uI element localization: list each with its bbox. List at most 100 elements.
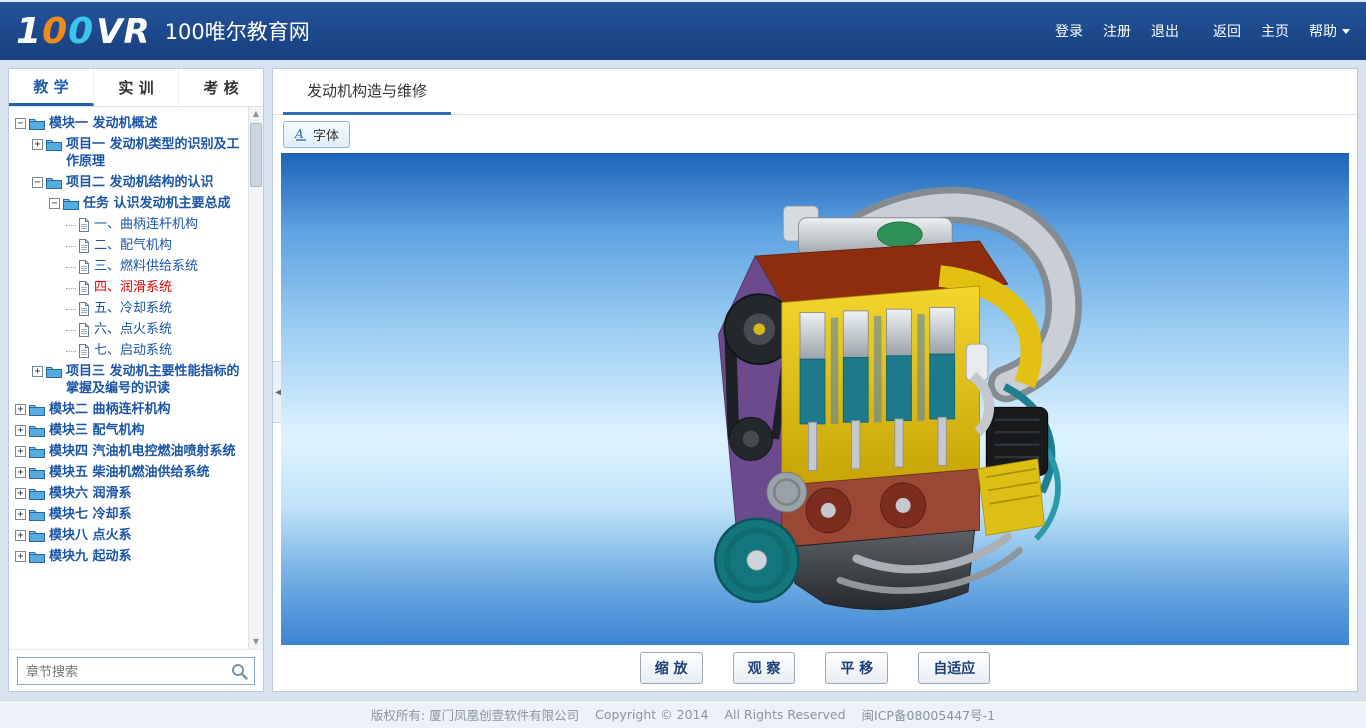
engine-model-image bbox=[507, 158, 1122, 640]
logo-part: VR bbox=[96, 12, 151, 52]
tree-connector bbox=[66, 246, 76, 247]
help-link[interactable]: 帮助 bbox=[1309, 21, 1350, 41]
folder-icon bbox=[29, 487, 45, 500]
tree-item-label[interactable]: 五、冷却系统 bbox=[94, 300, 243, 317]
tree-item-label[interactable]: 七、启动系统 bbox=[94, 342, 243, 359]
folder-icon bbox=[46, 176, 62, 189]
plus-toggle[interactable]: + bbox=[15, 530, 26, 541]
font-button[interactable]: A 字体 bbox=[283, 121, 350, 148]
fit-button[interactable]: 自适应 bbox=[918, 652, 990, 684]
tree-item-label[interactable]: 模块六 润滑系 bbox=[49, 485, 243, 502]
logo-part: 0 bbox=[68, 11, 94, 52]
doc-icon bbox=[78, 260, 90, 274]
tree-item-label[interactable]: 模块四 汽油机电控燃油喷射系统 bbox=[49, 443, 243, 460]
plus-toggle[interactable]: + bbox=[15, 446, 26, 457]
minus-toggle[interactable]: − bbox=[32, 177, 43, 188]
main-panel: ◀ 发动机构造与维修 A 字体 bbox=[272, 68, 1358, 692]
back-link[interactable]: 返回 bbox=[1213, 21, 1241, 41]
minus-toggle[interactable]: − bbox=[15, 118, 26, 129]
tree-item[interactable]: + 模块六 润滑系 bbox=[13, 483, 243, 504]
scrollbar-thumb[interactable] bbox=[250, 123, 262, 187]
scrollbar-up-button[interactable]: ▲ bbox=[249, 107, 263, 121]
tree-item[interactable]: + 模块九 起动系 bbox=[13, 546, 243, 567]
tree-item[interactable]: + 模块二 曲柄连杆机构 bbox=[13, 399, 243, 420]
pan-button[interactable]: 平 移 bbox=[825, 652, 888, 684]
doc-icon bbox=[78, 239, 90, 253]
tree-item[interactable]: − 模块一 发动机概述 bbox=[13, 113, 243, 134]
tree-item-label[interactable]: 模块五 柴油机燃油供给系统 bbox=[49, 464, 243, 481]
tree-item-label[interactable]: 项目一 发动机类型的识别及工作原理 bbox=[66, 136, 243, 170]
plus-toggle[interactable]: + bbox=[15, 488, 26, 499]
chapter-search-input[interactable] bbox=[17, 657, 255, 685]
tree-item[interactable]: + 项目三 发动机主要性能指标的掌握及编号的识读 bbox=[13, 361, 243, 399]
tree-item[interactable]: + 模块七 冷却系 bbox=[13, 504, 243, 525]
font-button-label: 字体 bbox=[313, 125, 339, 144]
tree-item-label[interactable]: 项目二 发动机结构的认识 bbox=[66, 174, 243, 191]
observe-button[interactable]: 观 察 bbox=[733, 652, 796, 684]
tree-item[interactable]: + 项目一 发动机类型的识别及工作原理 bbox=[13, 134, 243, 172]
doc-icon bbox=[78, 281, 90, 295]
tab-assess[interactable]: 考 核 bbox=[179, 69, 263, 106]
folder-icon bbox=[29, 529, 45, 542]
register-link[interactable]: 注册 bbox=[1103, 21, 1131, 41]
course-sidebar: 教 学 实 训 考 核 − 模块一 发动机概述 + 项目一 发动机类型的识别及工作原理… bbox=[8, 68, 264, 692]
doc-icon bbox=[78, 218, 90, 232]
tree-item-label[interactable]: 任务 认识发动机主要总成 bbox=[83, 195, 243, 212]
tree-item[interactable]: 一、曲柄连杆机构 bbox=[13, 214, 243, 235]
tree-scrollbar[interactable]: ▲ ▼ bbox=[248, 107, 263, 649]
plus-toggle[interactable]: + bbox=[15, 551, 26, 562]
tree-item-label[interactable]: 模块八 点火系 bbox=[49, 527, 243, 544]
tree-connector bbox=[66, 309, 76, 310]
tab-teaching[interactable]: 教 学 bbox=[9, 69, 94, 106]
tree-item-label[interactable]: 六、点火系统 bbox=[94, 321, 243, 338]
course-title-tab[interactable]: 发动机构造与维修 bbox=[283, 69, 451, 115]
tree-item[interactable]: 三、燃料供给系统 bbox=[13, 256, 243, 277]
tree-item-label[interactable]: 模块七 冷却系 bbox=[49, 506, 243, 523]
folder-icon bbox=[29, 508, 45, 521]
tree-item-label[interactable]: 模块一 发动机概述 bbox=[49, 115, 243, 132]
plus-toggle[interactable]: + bbox=[15, 404, 26, 415]
engine-3d-viewport[interactable] bbox=[281, 153, 1349, 645]
tree-item[interactable]: 七、启动系统 bbox=[13, 340, 243, 361]
scrollbar-down-button[interactable]: ▼ bbox=[249, 635, 263, 649]
tree-item[interactable]: + 模块三 配气机构 bbox=[13, 420, 243, 441]
plus-toggle[interactable]: + bbox=[32, 139, 43, 150]
folder-icon bbox=[29, 424, 45, 437]
plus-toggle[interactable]: + bbox=[32, 366, 43, 377]
tree-item-label[interactable]: 模块三 配气机构 bbox=[49, 422, 243, 439]
tree-item[interactable]: 五、冷却系统 bbox=[13, 298, 243, 319]
course-tree: −模块一 发动机概述+项目一 发动机类型的识别及工作原理−项目二 发动机结构的认… bbox=[13, 113, 243, 567]
minus-toggle[interactable]: − bbox=[49, 198, 60, 209]
tree-item-label[interactable]: 模块二 曲柄连杆机构 bbox=[49, 401, 243, 418]
tree-item-label[interactable]: 项目三 发动机主要性能指标的掌握及编号的识读 bbox=[66, 363, 243, 397]
tree-item[interactable]: + 模块四 汽油机电控燃油喷射系统 bbox=[13, 441, 243, 462]
tree-item[interactable]: + 模块五 柴油机燃油供给系统 bbox=[13, 462, 243, 483]
tree-item[interactable]: − 任务 认识发动机主要总成 bbox=[13, 193, 243, 214]
folder-icon bbox=[29, 466, 45, 479]
login-link[interactable]: 登录 bbox=[1055, 21, 1083, 41]
plus-toggle[interactable]: + bbox=[15, 509, 26, 520]
page-footer: 版权所有: 厦门凤凰创壹软件有限公司 Copyright © 2014 All … bbox=[0, 700, 1366, 728]
tree-item[interactable]: 六、点火系统 bbox=[13, 319, 243, 340]
search-icon[interactable] bbox=[231, 663, 248, 680]
tree-item-label[interactable]: 二、配气机构 bbox=[94, 237, 243, 254]
viewer-controls: 缩 放 观 察 平 移 自适应 bbox=[273, 645, 1357, 691]
plus-toggle[interactable]: + bbox=[15, 467, 26, 478]
tree-item[interactable]: 四、润滑系统 bbox=[13, 277, 243, 298]
site-logo[interactable]: 1 0 0 VR bbox=[16, 11, 151, 52]
tree-item-label[interactable]: 三、燃料供给系统 bbox=[94, 258, 243, 275]
logout-link[interactable]: 退出 bbox=[1151, 21, 1179, 41]
folder-icon bbox=[46, 365, 62, 378]
tree-item-label[interactable]: 模块九 起动系 bbox=[49, 548, 243, 565]
tree-item-label[interactable]: 一、曲柄连杆机构 bbox=[94, 216, 243, 233]
home-link[interactable]: 主页 bbox=[1261, 21, 1289, 41]
zoom-button[interactable]: 缩 放 bbox=[640, 652, 703, 684]
sidebar-tabs: 教 学 实 训 考 核 bbox=[9, 69, 263, 107]
tab-practice[interactable]: 实 训 bbox=[94, 69, 179, 106]
plus-toggle[interactable]: + bbox=[15, 425, 26, 436]
tree-connector bbox=[66, 267, 76, 268]
tree-item[interactable]: 二、配气机构 bbox=[13, 235, 243, 256]
tree-item[interactable]: − 项目二 发动机结构的认识 bbox=[13, 172, 243, 193]
tree-item-label[interactable]: 四、润滑系统 bbox=[94, 279, 243, 296]
tree-item[interactable]: + 模块八 点火系 bbox=[13, 525, 243, 546]
